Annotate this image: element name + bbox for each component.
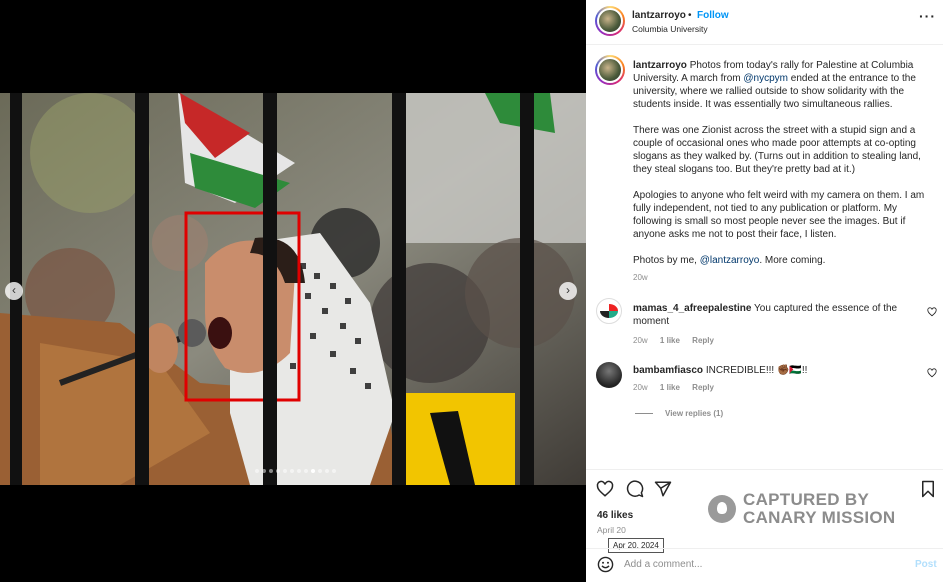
watermark-line: CANARY MISSION xyxy=(743,508,896,527)
caption-timestamp: 20w xyxy=(633,273,648,282)
commenter-username[interactable]: mamas_4_afreepalestine xyxy=(633,303,751,314)
post-caption: lantzarroyo Photos from today's rally fo… xyxy=(633,59,933,280)
caption-text: Photos by me, xyxy=(633,255,700,266)
post-location[interactable]: Columbia University xyxy=(632,24,708,34)
date-tooltip: Apr 20, 2024 xyxy=(608,538,664,553)
caption-paragraph: There was one Zionist across the street … xyxy=(633,125,921,175)
watermark: CAPTURED BY CANARY MISSION xyxy=(708,491,896,527)
comment-icon[interactable] xyxy=(626,480,644,498)
separator-dot: • xyxy=(688,10,692,21)
watermark-line: CAPTURED BY xyxy=(743,490,870,509)
commenter-username[interactable]: bambamfiasco xyxy=(633,365,703,376)
divider xyxy=(635,413,653,415)
more-horizontal-icon: ··· xyxy=(919,8,936,24)
carousel-dot xyxy=(318,469,322,473)
carousel-dot xyxy=(276,469,280,473)
carousel-dot xyxy=(297,469,301,473)
post-photo xyxy=(0,93,586,485)
carousel-prev-button[interactable]: ‹ xyxy=(5,282,23,300)
post-media: ‹ › xyxy=(0,0,586,582)
caption-text: . More coming. xyxy=(759,255,826,266)
comment-input[interactable] xyxy=(624,555,904,573)
carousel-dot xyxy=(269,469,273,473)
author-username[interactable]: lantzarroyo xyxy=(632,10,686,21)
carousel-dot xyxy=(304,469,308,473)
carousel-next-button[interactable]: › xyxy=(559,282,577,300)
caption-username[interactable]: lantzarroyo xyxy=(633,60,687,71)
carousel-dot xyxy=(255,469,259,473)
post-date[interactable]: April 20 xyxy=(597,525,626,535)
post-sidebar: lantzarroyo • Follow Columbia University… xyxy=(586,0,943,582)
carousel-dot xyxy=(283,469,287,473)
carousel-indicator xyxy=(255,469,336,473)
comment-heart-icon[interactable] xyxy=(927,307,937,317)
comment-body: INCREDIBLE!!! ✊🏾🇵🇸!! xyxy=(705,365,808,376)
comment-timestamp: 20w xyxy=(633,336,648,345)
chevron-right-icon: › xyxy=(566,283,570,297)
caption-avatar[interactable] xyxy=(595,55,625,85)
more-options-button[interactable]: ··· xyxy=(919,8,936,24)
chevron-left-icon: ‹ xyxy=(12,283,16,297)
author-avatar[interactable] xyxy=(595,6,625,36)
reply-button[interactable]: Reply xyxy=(692,383,714,392)
post-comment-button[interactable]: Post xyxy=(915,559,937,570)
comment-timestamp: 20w xyxy=(633,383,648,392)
view-replies-label: View replies (1) xyxy=(665,409,724,418)
follow-button[interactable]: Follow xyxy=(697,10,729,21)
bookmark-icon[interactable] xyxy=(919,480,937,498)
divider xyxy=(586,548,943,549)
reply-button[interactable]: Reply xyxy=(692,336,714,345)
mention-link[interactable]: @nycpym xyxy=(743,73,788,84)
comment-likes[interactable]: 1 like xyxy=(660,336,680,345)
comment-heart-icon[interactable] xyxy=(927,368,937,378)
divider xyxy=(586,469,943,470)
mention-link[interactable]: @lantzarroyo xyxy=(700,255,760,266)
comment-meta: 20w 1 like Reply xyxy=(633,336,724,345)
comment-likes[interactable]: 1 like xyxy=(660,383,680,392)
comment-meta: 20w 1 like Reply xyxy=(633,383,724,392)
view-replies-button[interactable]: View replies (1) xyxy=(635,409,723,418)
share-icon[interactable] xyxy=(654,480,672,498)
heart-icon[interactable] xyxy=(596,480,614,498)
canary-logo-icon xyxy=(708,495,736,523)
carousel-dot xyxy=(332,469,336,473)
carousel-dot xyxy=(325,469,329,473)
comment-text: mamas_4_afreepalestine You captured the … xyxy=(633,302,918,328)
emoji-icon[interactable] xyxy=(597,556,614,573)
carousel-dot xyxy=(290,469,294,473)
commenter-avatar[interactable] xyxy=(596,298,622,324)
divider xyxy=(586,44,943,45)
caption-paragraph: Apologies to anyone who felt weird with … xyxy=(633,190,925,240)
carousel-dot xyxy=(311,469,315,473)
likes-count[interactable]: 46 likes xyxy=(597,510,633,521)
commenter-avatar[interactable] xyxy=(596,362,622,388)
comment-text: bambamfiasco INCREDIBLE!!! ✊🏾🇵🇸!! xyxy=(633,364,918,377)
carousel-dot xyxy=(262,469,266,473)
